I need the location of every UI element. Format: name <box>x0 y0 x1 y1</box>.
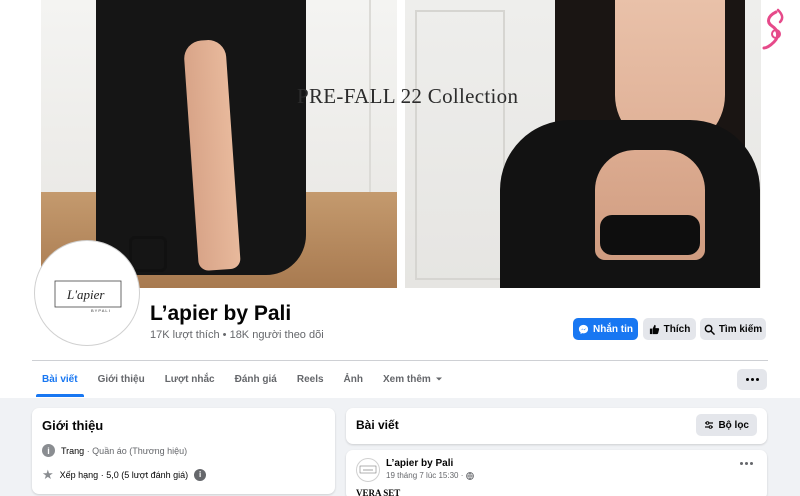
svg-text:BYPALI: BYPALI <box>91 308 111 313</box>
more-options-button[interactable] <box>737 369 767 390</box>
posts-header-card: Bài viết Bộ lọc <box>346 408 767 444</box>
tab-reviews[interactable]: Đánh giá <box>225 361 287 397</box>
page-category-row: i Trang · Quần áo (Thương hiệu) <box>42 444 187 457</box>
intro-card: Giới thiệu i Trang · Quần áo (Thương hiệ… <box>32 408 335 494</box>
cover-photo[interactable]: PRE-FALL 22 Collection <box>41 0 761 288</box>
brand-logo: L'apier BYPALI <box>54 280 122 313</box>
filter-button[interactable]: Bộ lọc <box>696 414 757 436</box>
tab-about[interactable]: Giới thiệu <box>88 361 155 397</box>
info-icon: i <box>42 444 55 457</box>
post-author-avatar[interactable] <box>356 458 380 482</box>
caret-down-icon <box>435 377 442 381</box>
cover-photo-right <box>405 0 761 288</box>
tab-posts[interactable]: Bài viết <box>32 361 88 397</box>
rating-row: ★ Xếp hạng · 5,0 (5 lượt đánh giá) i <box>42 467 207 482</box>
search-button[interactable]: Tìm kiếm <box>700 318 766 340</box>
globe-icon <box>466 471 475 480</box>
post-author-name[interactable]: L’apier by Pali <box>386 458 453 469</box>
page-stats: 17K lượt thích • 18K người theo dõi <box>150 329 324 341</box>
messenger-icon <box>578 324 589 334</box>
tab-photos[interactable]: Ảnh <box>334 361 373 397</box>
site-logo-icon <box>762 8 784 50</box>
star-icon: ★ <box>42 467 54 482</box>
message-button-label: Nhắn tin <box>593 323 633 335</box>
search-icon <box>704 324 715 335</box>
like-button-label: Thích <box>663 323 691 335</box>
thumbs-up-icon <box>649 324 659 334</box>
search-button-label: Tìm kiếm <box>718 323 763 335</box>
rating-info-icon[interactable]: i <box>194 468 207 481</box>
page-avatar[interactable]: L'apier BYPALI <box>35 241 139 345</box>
message-button[interactable]: Nhắn tin <box>573 318 638 340</box>
cover-title: PRE-FALL 22 Collection <box>297 84 519 108</box>
post-options-button[interactable] <box>740 462 753 465</box>
svg-text:L'apier: L'apier <box>66 287 105 302</box>
post-text: VERA SET <box>356 488 401 496</box>
page-title: L’apier by Pali <box>150 302 292 325</box>
filter-icon <box>705 421 714 429</box>
tab-mentions[interactable]: Lượt nhắc <box>155 361 225 397</box>
tab-reels[interactable]: Reels <box>287 361 334 397</box>
post-timestamp[interactable]: 19 tháng 7 lúc 15:30 · <box>386 471 475 480</box>
like-button[interactable]: Thích <box>643 318 696 340</box>
tab-more[interactable]: Xem thêm <box>373 361 453 397</box>
post-card: L’apier by Pali 19 tháng 7 lúc 15:30 · V… <box>346 450 767 496</box>
posts-title: Bài viết <box>356 418 399 432</box>
page-tabs: Bài viết Giới thiệu Lượt nhắc Đánh giá R… <box>32 361 453 397</box>
intro-title: Giới thiệu <box>42 418 104 433</box>
